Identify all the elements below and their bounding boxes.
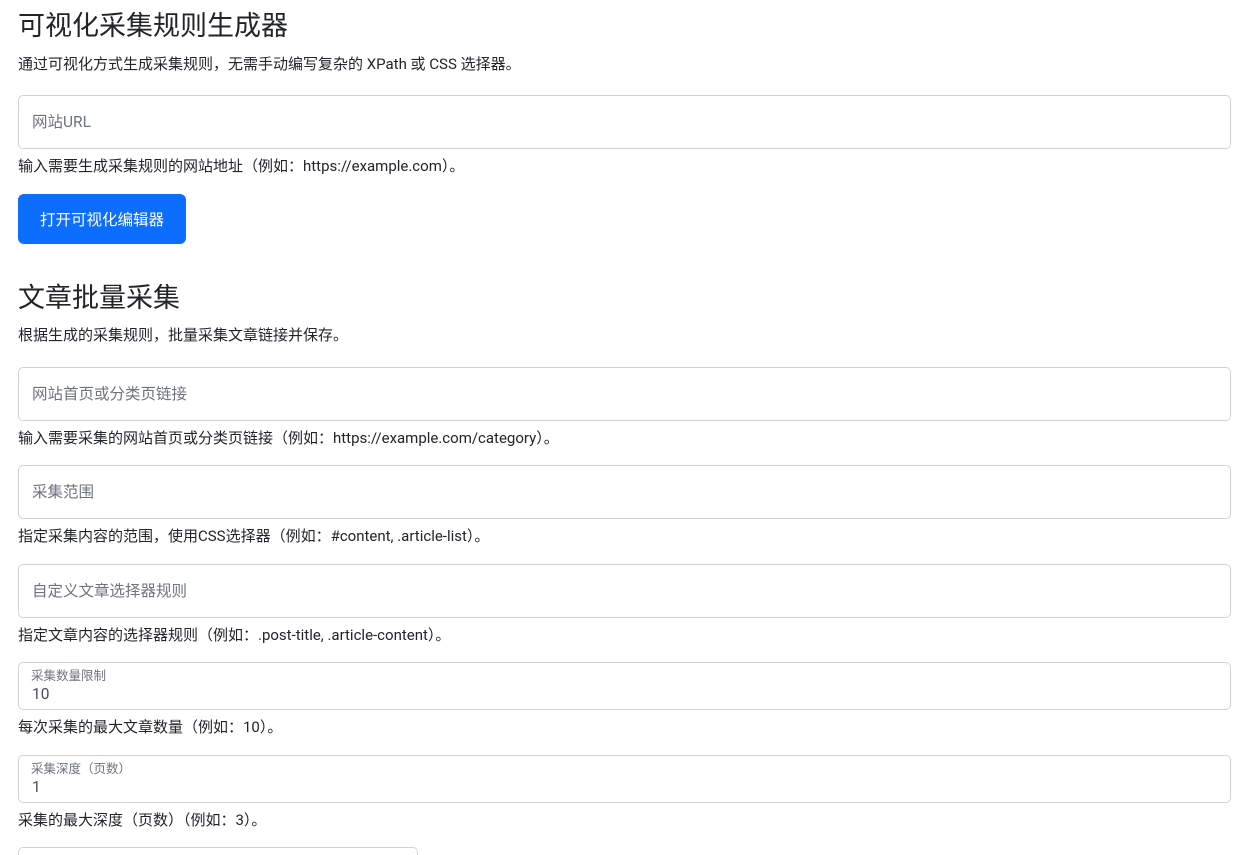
article-selector-help: 指定文章内容的选择器规则（例如：.post-title, .article-co… [18,624,1231,647]
collect-depth-input[interactable] [18,755,1231,803]
homepage-link-input[interactable] [18,367,1231,421]
collect-limit-help: 每次采集的最大文章数量（例如：10）。 [18,716,1231,739]
rule-generator-heading: 可视化采集规则生成器 [18,6,1231,47]
website-url-input[interactable] [18,95,1231,149]
collect-scope-help: 指定采集内容的范围，使用CSS选择器（例如：#content, .article… [18,525,1231,548]
partial-next-input [18,847,418,855]
website-url-help: 输入需要生成采集规则的网站地址（例如：https://example.com）。 [18,155,1231,178]
homepage-link-help: 输入需要采集的网站首页或分类页链接（例如：https://example.com… [18,427,1231,450]
open-visual-editor-button[interactable]: 打开可视化编辑器 [18,194,186,244]
collect-depth-help: 采集的最大深度（页数）（例如：3）。 [18,809,1231,832]
rule-generator-subtext: 通过可视化方式生成采集规则，无需手动编写复杂的 XPath 或 CSS 选择器。 [18,53,1231,76]
article-selector-input[interactable] [18,564,1231,618]
collect-limit-input[interactable] [18,662,1231,710]
collect-scope-input[interactable] [18,465,1231,519]
batch-collect-subtext: 根据生成的采集规则，批量采集文章链接并保存。 [18,324,1231,347]
batch-collect-heading: 文章批量采集 [18,278,1231,319]
